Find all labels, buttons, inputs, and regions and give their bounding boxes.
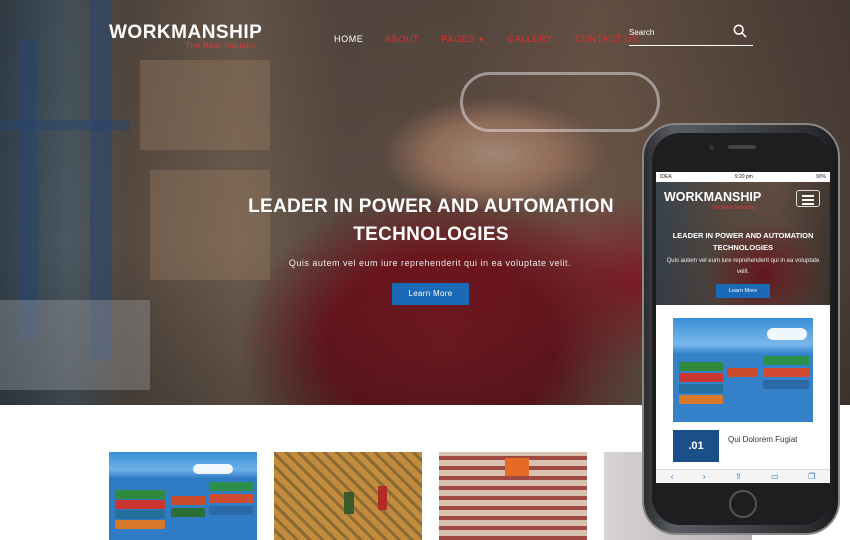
container-block	[171, 496, 205, 505]
container-block	[679, 384, 723, 393]
container-block	[679, 373, 723, 382]
cloud	[767, 328, 807, 340]
share-icon[interactable]: ⇪	[735, 472, 742, 481]
gallery-thumb-site[interactable]	[439, 452, 587, 540]
container-block	[763, 368, 809, 377]
container-block	[115, 510, 165, 519]
tabs-icon[interactable]: ❐	[808, 472, 815, 481]
hero-subtext: Quis autem vel eum iure reprehenderit qu…	[288, 258, 572, 268]
phone-mockup: IDEA 9:20 pm 90% WORKMANSHIP The Real In…	[642, 123, 840, 535]
hamburger-icon[interactable]	[796, 190, 820, 207]
forward-icon[interactable]: ›	[703, 472, 706, 481]
hero-headline: LEADER IN POWER AND AUTOMATION TECHNOLOG…	[200, 193, 662, 249]
home-button[interactable]	[729, 490, 757, 518]
main-nav: HOME ABOUT PAGES ▼ GALLERY CONTACT US	[334, 34, 661, 44]
container-block	[679, 395, 723, 404]
background-crate	[140, 60, 270, 150]
card-caption[interactable]: Qui Dolorem Fugiat	[728, 435, 808, 445]
nav-item-pages-label: PAGES	[441, 34, 475, 44]
mobile-card-image[interactable]	[673, 318, 813, 422]
container-block	[209, 506, 253, 515]
hero-headline-line1: LEADER IN POWER AND AUTOMATION	[248, 196, 614, 217]
worker-figure	[378, 486, 387, 510]
container-block	[115, 490, 165, 499]
nav-item-gallery[interactable]: GALLERY	[507, 34, 553, 44]
nav-item-about[interactable]: ABOUT	[385, 34, 419, 44]
front-camera	[709, 145, 714, 150]
mobile-hero: WORKMANSHIP The Real Industry LEADER IN …	[656, 182, 830, 305]
phone-screen: IDEA 9:20 pm 90% WORKMANSHIP The Real In…	[656, 172, 830, 483]
mobile-learn-more-button[interactable]: Learn More	[716, 284, 770, 298]
container-block	[763, 356, 809, 365]
background-crate	[0, 300, 150, 390]
container-block	[727, 368, 757, 377]
hero-headline-line2: TECHNOLOGIES	[353, 224, 509, 245]
site-tagline: The Real Industry	[185, 41, 257, 50]
safety-glasses	[460, 72, 660, 132]
browser-toolbar: ‹ › ⇪ ▭ ❐	[656, 469, 830, 483]
mobile-tagline: The Real Industry	[711, 205, 755, 211]
nav-item-home[interactable]: HOME	[334, 34, 363, 44]
container-block	[115, 500, 165, 509]
learn-more-button[interactable]: Learn More	[392, 283, 469, 305]
status-carrier: IDEA	[660, 174, 672, 180]
search-input[interactable]	[629, 23, 724, 41]
caret-down-icon: ▼	[477, 37, 486, 44]
container-block	[679, 362, 723, 371]
worker-figure	[344, 492, 354, 514]
book-icon[interactable]: ▭	[771, 472, 779, 481]
mobile-headline: LEADER IN POWER AND AUTOMATION TECHNOLOG…	[672, 231, 814, 252]
gallery-thumb-rebar[interactable]	[274, 452, 422, 540]
shelf-beam	[0, 120, 130, 130]
nav-item-pages[interactable]: PAGES ▼	[441, 34, 485, 44]
search-bar	[629, 22, 753, 46]
search-icon[interactable]	[733, 24, 747, 38]
container-block	[763, 380, 809, 389]
gallery-thumb-containers[interactable]	[109, 452, 257, 540]
cloud	[193, 464, 233, 474]
mobile-logo[interactable]: WORKMANSHIP	[664, 190, 761, 204]
container-block	[171, 508, 205, 517]
container-block	[209, 494, 253, 503]
status-battery: 90%	[815, 174, 826, 180]
status-time: 9:20 pm	[734, 174, 753, 180]
container-block	[115, 520, 165, 529]
container-block	[209, 482, 253, 491]
back-icon[interactable]: ‹	[671, 472, 674, 481]
phone-speaker	[728, 145, 756, 149]
mobile-subtext: Quis autem vel eum iure reprehenderit qu…	[666, 258, 820, 275]
shelf-post	[20, 40, 38, 340]
concrete-bucket	[505, 458, 529, 476]
status-bar: IDEA 9:20 pm 90%	[656, 172, 830, 182]
card-number-badge: .01	[673, 430, 719, 462]
